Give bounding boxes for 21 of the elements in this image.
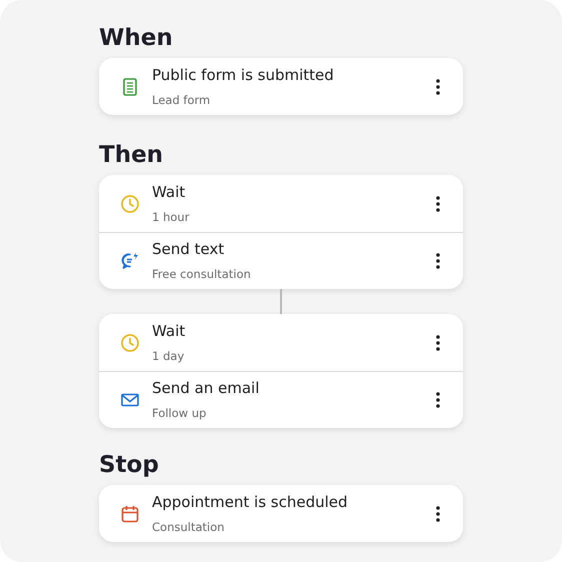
step-subtitle: Lead form bbox=[152, 92, 210, 108]
step-title: Wait bbox=[152, 322, 186, 340]
step-title: Appointment is scheduled bbox=[152, 492, 348, 512]
section-heading: When bbox=[99, 24, 173, 53]
step-title: Send an email bbox=[152, 379, 260, 398]
clock-icon bbox=[120, 332, 140, 352]
chat-icon bbox=[120, 251, 140, 271]
step-title: Public form is submitted bbox=[152, 66, 334, 84]
step-subtitle: 1 day bbox=[152, 348, 184, 364]
connector-line bbox=[280, 289, 282, 314]
clock-icon bbox=[120, 194, 140, 214]
step-subtitle: Consultation bbox=[152, 518, 224, 536]
step-title: Wait bbox=[152, 182, 186, 202]
step-title: Send text bbox=[152, 240, 224, 259]
step-subtitle: 1 hour bbox=[152, 208, 190, 226]
calendar-icon bbox=[120, 504, 140, 524]
section-heading: Stop bbox=[99, 451, 159, 480]
section-heading: Then bbox=[99, 141, 164, 170]
form-icon bbox=[120, 76, 140, 96]
step-subtitle: Free consultation bbox=[152, 266, 251, 283]
step-subtitle: Follow up bbox=[152, 405, 206, 422]
